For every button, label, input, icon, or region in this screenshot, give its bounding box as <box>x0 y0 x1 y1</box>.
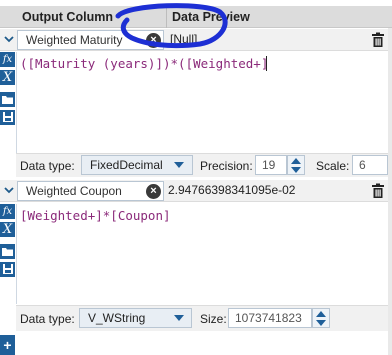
stepper-up-icon[interactable] <box>291 158 301 164</box>
close-icon[interactable]: × <box>146 33 161 48</box>
stepper-down-icon[interactable] <box>316 320 326 326</box>
chevron-down-icon[interactable] <box>174 315 184 321</box>
folder-icon[interactable] <box>0 244 15 259</box>
stepper-up-icon[interactable] <box>316 311 326 317</box>
folder-icon[interactable] <box>0 92 15 107</box>
size-label: Size: <box>200 312 227 326</box>
function-icon[interactable]: fx <box>0 204 15 219</box>
expression-editor[interactable]: [Weighted+]*[Coupon] <box>16 204 388 304</box>
text-cursor <box>266 56 267 71</box>
output-column-header: Output Column <box>22 10 113 24</box>
scale-label: Scale: <box>316 159 350 173</box>
data-preview-header: Data Preview <box>172 10 250 24</box>
chevron-down-icon[interactable] <box>2 33 16 47</box>
data-type-label: Data type: <box>20 159 75 173</box>
function-icon[interactable]: fx <box>0 52 15 67</box>
save-icon[interactable] <box>0 262 15 277</box>
save-icon[interactable] <box>0 110 15 125</box>
close-icon[interactable]: × <box>146 184 161 199</box>
data-preview-value: [Null] <box>170 32 198 46</box>
chevron-down-icon[interactable] <box>174 162 184 168</box>
trash-icon[interactable] <box>371 183 385 199</box>
data-type-label: Data type: <box>20 312 75 326</box>
stepper-down-icon[interactable] <box>291 167 301 173</box>
variable-icon[interactable]: X <box>0 70 15 85</box>
size-input[interactable]: 1073741823 <box>228 308 312 328</box>
precision-stepper[interactable] <box>287 155 305 175</box>
add-icon[interactable]: + <box>0 335 15 355</box>
size-stepper[interactable] <box>312 308 330 328</box>
data-preview-value: 2.94766398341095e-02 <box>168 183 296 197</box>
variable-icon[interactable]: X <box>0 222 15 237</box>
output-column-name-input[interactable]: Weighted Maturity <box>17 30 164 50</box>
header-divider <box>166 6 167 28</box>
trash-icon[interactable] <box>371 32 385 48</box>
data-type-value: FixedDecimal <box>90 158 163 172</box>
output-column-name-input[interactable]: Weighted Coupon <box>17 181 164 201</box>
precision-label: Precision: <box>200 159 253 173</box>
data-type-value: V_WString <box>88 311 146 325</box>
precision-input[interactable]: 19 <box>255 155 287 175</box>
scrollbar[interactable] <box>388 28 392 355</box>
chevron-down-icon[interactable] <box>2 184 16 198</box>
expression-text: [Weighted+]*[Coupon] <box>20 208 171 223</box>
scale-input[interactable]: 6 <box>352 155 388 175</box>
expression-editor[interactable]: ([Maturity (years)])*([Weighted+] <box>16 52 388 153</box>
expression-text: ([Maturity (years)])*([Weighted+] <box>20 56 269 71</box>
